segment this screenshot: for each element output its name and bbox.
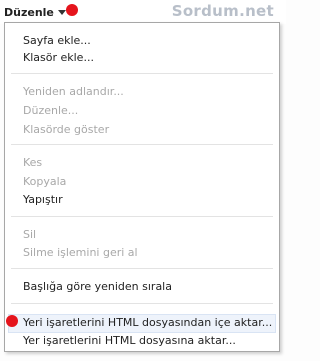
watermark: Sordum.net: [171, 2, 274, 20]
menu-item-export-html[interactable]: Yer işaretlerini HTML dosyasına aktar...: [23, 333, 236, 348]
menu-item-import-html[interactable]: Yeri işaretlerini HTML dosyasından içe a…: [23, 315, 272, 330]
menu-separator: [11, 144, 273, 145]
menu-separator: [11, 216, 273, 217]
menu-item-rename[interactable]: Yeniden adlandır...: [23, 84, 124, 99]
menu-separator: [11, 73, 273, 74]
menu-item-add-folder[interactable]: Klasör ekle...: [23, 50, 94, 65]
menu-separator: [11, 303, 273, 304]
menu-item-undo-delete[interactable]: Silme işlemini geri al: [23, 245, 138, 260]
menu-item-reorder-by-title[interactable]: Başlığa göre yeniden sırala: [23, 279, 172, 294]
menu-item-add-page[interactable]: Sayfa ekle...: [23, 33, 91, 48]
edit-menu-label: Düzenle: [4, 5, 54, 19]
edit-dropdown-menu: Sayfa ekle... Klasör ekle... Yeniden adl…: [4, 22, 280, 352]
menu-item-cut[interactable]: Kes: [23, 155, 42, 170]
menu-separator: [11, 268, 273, 269]
edit-menu-button[interactable]: Düzenle: [4, 4, 66, 20]
marker-dot-icon: [66, 4, 78, 16]
dropdown-caret-icon: [57, 9, 66, 15]
menu-item-edit[interactable]: Düzenle...: [23, 103, 78, 118]
marker-dot-icon: [6, 315, 18, 327]
menu-item-delete[interactable]: Sil: [23, 227, 36, 242]
menu-bar: Düzenle Sordum.net: [0, 0, 286, 24]
menu-item-copy[interactable]: Kopyala: [23, 174, 66, 189]
menu-item-paste[interactable]: Yapıştır: [23, 192, 63, 207]
menu-item-show-in-folder[interactable]: Klasörde göster: [23, 122, 109, 137]
